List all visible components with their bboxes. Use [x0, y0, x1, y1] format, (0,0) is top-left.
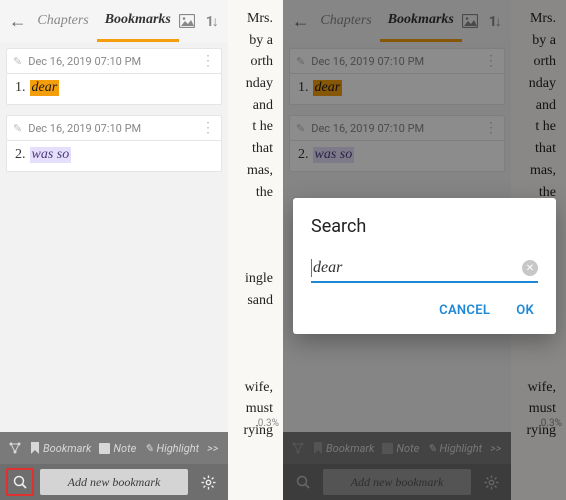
bookmark-tool[interactable]: Bookmark — [30, 442, 91, 455]
progress-percent: 0.3% — [258, 418, 279, 429]
more-icon[interactable]: ⋮ — [201, 53, 215, 69]
pencil-icon: ✎ — [13, 55, 22, 68]
ok-button[interactable]: OK — [516, 303, 534, 318]
more-tools[interactable]: >> — [207, 442, 218, 455]
bookmark-number: 2. — [15, 147, 26, 163]
highlight-text: was so — [30, 147, 72, 163]
graph-icon[interactable] — [8, 441, 22, 455]
bookmarks-list: ✎ Dec 16, 2019 07:10 PM ⋮ 1. dear ✎ Dec … — [0, 42, 228, 432]
add-bookmark-button[interactable]: Add new bookmark — [40, 469, 188, 495]
search-button[interactable] — [6, 468, 34, 496]
bookmark-header[interactable]: ✎ Dec 16, 2019 07:10 PM ⋮ — [6, 115, 222, 141]
search-dialog: Search dear ✕ CANCEL OK — [293, 198, 556, 334]
bookmark-date: Dec 16, 2019 07:10 PM — [28, 122, 141, 135]
bookmark-header[interactable]: ✎ Dec 16, 2019 07:10 PM ⋮ — [6, 48, 222, 74]
tab-chapters[interactable]: Chapters — [29, 0, 96, 42]
more-icon[interactable]: ⋮ — [201, 120, 215, 136]
pencil-icon: ✎ — [13, 122, 22, 135]
clear-icon[interactable]: ✕ — [522, 260, 538, 276]
image-icon[interactable] — [179, 14, 201, 28]
bookmarks-panel: ← Chapters Bookmarks 1↓ ✎ Dec 16, 2019 0… — [0, 0, 228, 500]
search-input-value: dear — [313, 259, 342, 277]
cancel-button[interactable]: CANCEL — [439, 303, 490, 318]
note-tool[interactable]: Note — [99, 442, 136, 455]
pencil-icon: ✎ — [144, 442, 153, 455]
sort-icon[interactable]: 1↓ — [200, 13, 222, 30]
reader-strip: Mrs. by a orth nday and t he that mas, t… — [228, 0, 283, 500]
bottom-bar: Add new bookmark — [0, 464, 228, 500]
bookmark-item[interactable]: 2. was so — [6, 141, 222, 172]
bookmark-item[interactable]: 1. dear — [6, 74, 222, 105]
bookmark-number: 1. — [15, 80, 26, 96]
highlight-tool[interactable]: ✎ Highlight — [144, 442, 199, 455]
bookmark-date: Dec 16, 2019 07:10 PM — [28, 55, 141, 68]
dialog-title: Search — [311, 216, 538, 237]
annotation-toolbar: Bookmark Note ✎ Highlight >> — [0, 432, 228, 464]
settings-button[interactable] — [194, 468, 222, 496]
highlight-text: dear — [30, 80, 60, 96]
back-icon[interactable]: ← — [6, 11, 29, 32]
tab-bookmarks[interactable]: Bookmarks — [97, 0, 179, 42]
search-input[interactable]: dear ✕ — [311, 259, 538, 283]
tabs-row: ← Chapters Bookmarks 1↓ — [0, 0, 228, 42]
